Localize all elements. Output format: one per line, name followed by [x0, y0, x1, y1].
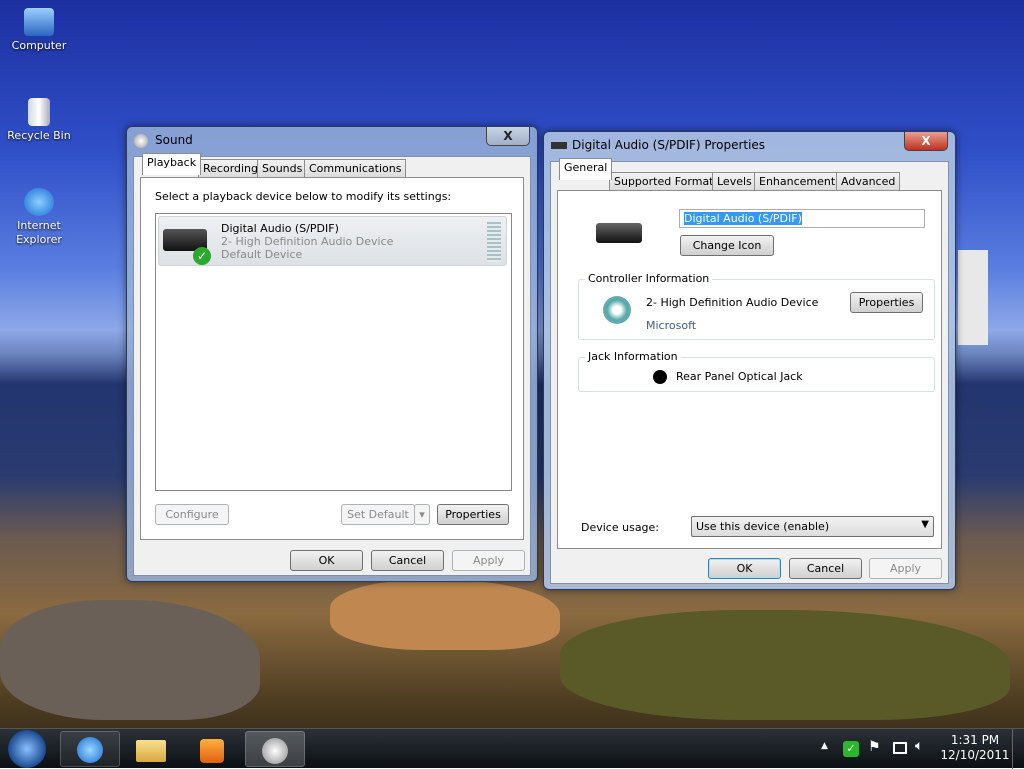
clock-date: 12/10/2011 [940, 748, 1010, 762]
recycle-bin-icon [28, 98, 50, 126]
sound-window: Sound X Playback Recording Sounds Commun… [126, 126, 538, 582]
device-list[interactable]: ✓ Digital Audio (S/PDIF) 2- High Definit… [155, 213, 512, 491]
start-button[interactable] [8, 730, 46, 768]
jack-value: Rear Panel Optical Jack [676, 370, 803, 383]
device-icon [596, 223, 642, 243]
chevron-down-icon: ▼ [921, 519, 929, 530]
volume-icon[interactable]: 🔈︎ [915, 738, 923, 754]
tab-panel: Select a playback device below to modify… [140, 177, 524, 540]
device-driver: 2- High Definition Audio Device [221, 235, 394, 248]
close-button[interactable]: X [904, 132, 948, 151]
controller-properties-button[interactable]: Properties [850, 292, 923, 313]
tab-levels[interactable]: Levels [712, 172, 757, 190]
cancel-button[interactable]: Cancel [789, 558, 862, 579]
ok-button[interactable]: OK [708, 558, 781, 579]
tab-advanced[interactable]: Advanced [836, 172, 901, 190]
change-icon-button[interactable]: Change Icon [680, 235, 774, 256]
device-name-input[interactable]: Digital Audio (S/PDIF) [679, 209, 925, 228]
speaker-icon [262, 738, 288, 764]
tab-general[interactable]: General [559, 158, 613, 180]
default-check-icon: ✓ [193, 247, 211, 265]
set-default-dropdown[interactable]: ▾ [414, 504, 430, 525]
device-usage-label: Device usage: [581, 521, 660, 534]
desktop-icon-internet-explorer[interactable]: Internet Explorer [2, 188, 76, 247]
tab-playback[interactable]: Playback [142, 153, 202, 175]
sound-client: Playback Recording Sounds Communications… [133, 153, 531, 576]
tab-enhancements[interactable]: Enhancements [754, 172, 846, 190]
internet-explorer-icon [77, 737, 103, 763]
device-usage-select[interactable]: Use this device (enable) ▼ [691, 516, 934, 537]
digital-audio-icon [551, 142, 567, 149]
cancel-button[interactable]: Cancel [371, 550, 444, 571]
device-name: Digital Audio (S/PDIF) [221, 222, 339, 235]
taskbar-windows-explorer[interactable] [121, 731, 181, 767]
audio-controller-icon [603, 296, 631, 324]
computer-icon [24, 8, 54, 36]
taskbar-sound[interactable] [245, 731, 305, 767]
tab-supported-formats[interactable]: Supported Formats [609, 172, 725, 190]
internet-explorer-icon [24, 188, 54, 216]
tab-recording[interactable]: Recording [198, 159, 264, 177]
properties-window: Digital Audio (S/PDIF) Properties X Gene… [543, 131, 956, 590]
desktop-icon-recycle-bin[interactable]: Recycle Bin [2, 98, 76, 142]
folder-icon [136, 740, 166, 762]
controller-information-group: Controller Information 2- High Definitio… [578, 272, 935, 340]
configure-button[interactable]: Configure [155, 504, 229, 525]
network-sync-icon[interactable]: ✓ [843, 741, 859, 757]
clock[interactable]: 1:31 PM 12/10/2011 [940, 733, 1010, 763]
clock-time: 1:31 PM [950, 733, 1000, 747]
device-item[interactable]: ✓ Digital Audio (S/PDIF) 2- High Definit… [158, 216, 507, 266]
tab-panel: Digital Audio (S/PDIF) Change Icon Contr… [557, 190, 942, 549]
apply-button[interactable]: Apply [452, 550, 525, 571]
optical-jack-icon [653, 370, 667, 384]
ok-button[interactable]: OK [290, 550, 363, 571]
show-hidden-icons-button[interactable]: ▲ [821, 741, 828, 751]
set-default-button[interactable]: Set Default [341, 504, 415, 525]
tab-communications[interactable]: Communications [304, 159, 407, 177]
instruction-text: Select a playback device below to modify… [155, 190, 452, 203]
taskbar-media-player[interactable] [182, 731, 242, 767]
properties-client: General Supported Formats Levels Enhance… [550, 158, 949, 584]
controller-vendor: Microsoft [646, 319, 697, 332]
tab-sounds[interactable]: Sounds [257, 159, 308, 177]
media-player-icon [200, 739, 224, 763]
controller-name: 2- High Definition Audio Device [646, 296, 819, 309]
properties-button[interactable]: Properties [437, 504, 509, 525]
close-button[interactable]: X [486, 127, 530, 146]
volume-meter [487, 222, 501, 262]
speaker-icon [134, 134, 148, 148]
taskbar-internet-explorer[interactable] [60, 731, 120, 767]
network-icon[interactable] [893, 742, 907, 754]
window-title: Digital Audio (S/PDIF) Properties [572, 138, 766, 152]
window-title: Sound [155, 133, 193, 147]
apply-button[interactable]: Apply [869, 558, 942, 579]
desktop-icon-computer[interactable]: Computer [2, 8, 76, 52]
jack-information-group: Jack Information Rear Panel Optical Jack [578, 350, 935, 392]
show-desktop-button[interactable] [1012, 729, 1024, 769]
action-center-flag-icon[interactable]: ⚑ [868, 739, 881, 755]
taskbar: ▲ ✓ ⚑ 🔈︎ 1:31 PM 12/10/2011 [0, 728, 1024, 769]
device-status: Default Device [221, 248, 303, 261]
